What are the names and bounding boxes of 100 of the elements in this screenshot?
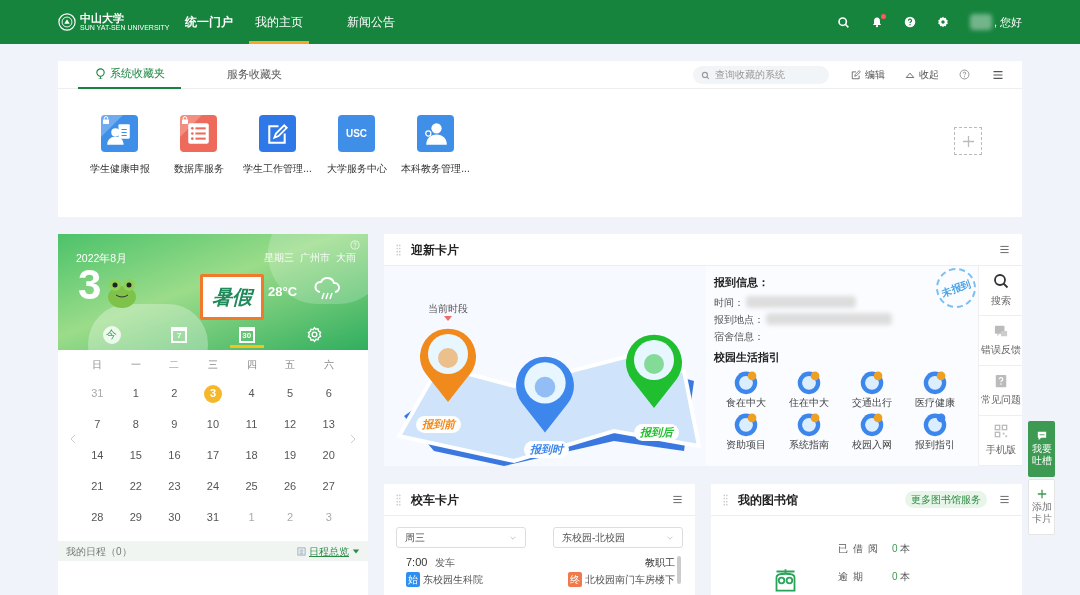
stage-label: 报到后 [634, 424, 679, 441]
side-tool-button[interactable]: 常见问题 [979, 366, 1022, 416]
next-month-icon[interactable] [350, 434, 356, 444]
side-tool-button[interactable]: 手机版 [979, 416, 1022, 466]
menu-icon[interactable] [999, 494, 1010, 505]
calendar-date[interactable]: 24 [204, 477, 222, 496]
dropdown[interactable]: 东校园-北校园 [553, 527, 683, 548]
stat-value: 0 [892, 542, 898, 556]
guide-item[interactable]: 住在中大 [777, 369, 840, 410]
calendar-date[interactable]: 8 [126, 415, 145, 434]
weekday-header: 三 [208, 357, 218, 372]
drag-handle-icon[interactable] [396, 243, 401, 256]
help-icon[interactable] [903, 16, 916, 28]
more-library-services-link[interactable]: 更多图书馆服务 [905, 491, 987, 508]
university-emblem-icon [58, 13, 76, 31]
dropdown[interactable]: 周三 [396, 527, 526, 548]
calendar-date[interactable]: 10 [204, 415, 222, 434]
calendar-date[interactable]: 6 [319, 384, 338, 403]
calendar-date[interactable]: 4 [242, 384, 261, 403]
calendar-date[interactable]: 9 [165, 415, 184, 434]
favorites-tab[interactable]: 服务收藏夹 [203, 60, 306, 89]
guide-item[interactable]: 医疗健康 [903, 369, 966, 410]
drag-handle-icon[interactable] [396, 493, 401, 506]
feedback-button[interactable]: 我要吐槽 [1028, 421, 1055, 477]
departure-time: 7:00 [406, 555, 428, 570]
list-icon [297, 546, 306, 556]
guide-icon [921, 369, 948, 395]
guide-item[interactable]: 资助项目 [714, 411, 777, 452]
guide-icon [732, 411, 759, 437]
side-tool-button[interactable]: 错误反馈 [979, 316, 1022, 366]
guide-item[interactable]: 系统指南 [777, 411, 840, 452]
calendar-date[interactable]: 25 [242, 477, 261, 496]
edit-button[interactable]: 编辑 [851, 67, 885, 82]
add-card-button[interactable]: 添加卡片 [1028, 479, 1055, 535]
side-tool-button[interactable]: 搜索 [979, 266, 1022, 316]
calendar-date[interactable]: 18 [242, 446, 261, 465]
schedule-title: 我的日程（0） [66, 544, 132, 559]
calendar-date[interactable]: 14 [88, 446, 107, 465]
chat-icon [1036, 431, 1047, 441]
calendar-date[interactable]: 2 [165, 384, 184, 403]
calendar-date[interactable]: 15 [126, 446, 145, 465]
calendar-date[interactable]: 11 [242, 415, 261, 434]
menu-icon[interactable] [672, 494, 683, 505]
search-field[interactable]: 查询收藏的系统 [693, 65, 829, 84]
scrollbar [677, 556, 681, 584]
search-icon[interactable] [836, 15, 850, 29]
section-heading: 校园生活指引 [714, 349, 780, 365]
stage-label: 报到前 [416, 416, 461, 433]
field-label: 时间： [714, 295, 744, 310]
app-shortcut[interactable]: 学生健康申报 [80, 115, 159, 176]
app-icon: USC [338, 115, 375, 152]
schedule-overview-link[interactable]: 日程总览 [297, 543, 360, 559]
app-shortcut[interactable]: 学生工作管理... [238, 115, 317, 176]
stat-value: 0 [892, 570, 898, 584]
app-shortcut[interactable]: USC 大学服务中心 [317, 115, 396, 176]
calendar-date[interactable]: 19 [281, 446, 300, 465]
calendar-date[interactable]: 20 [319, 446, 338, 465]
field-label: 报到地点： [714, 312, 764, 327]
calendar-date[interactable]: 27 [319, 477, 338, 496]
calendar-date[interactable]: 23 [165, 477, 184, 496]
calendar-date[interactable]: 29 [126, 508, 145, 527]
calendar-date[interactable]: 7 [88, 415, 107, 434]
calendar-date[interactable]: 30 [165, 508, 184, 527]
guide-item[interactable]: 报到指引 [903, 411, 966, 452]
calendar-date[interactable]: 5 [281, 384, 300, 403]
menu-icon[interactable] [992, 68, 1004, 81]
calendar-date[interactable]: 21 [88, 477, 107, 496]
add-button[interactable] [954, 127, 982, 155]
menu-icon[interactable] [999, 244, 1010, 255]
guide-icon [921, 411, 948, 437]
calendar-date[interactable]: 26 [281, 477, 300, 496]
calendar-date[interactable]: 17 [204, 446, 222, 465]
app-shortcut[interactable]: 数据库服务 [159, 115, 238, 176]
field-label: 宿舍信息： [714, 329, 764, 344]
help-icon[interactable] [959, 69, 970, 80]
app-shortcut[interactable]: 本科教务管理... [396, 115, 475, 176]
guide-item[interactable]: 校园入网 [840, 411, 903, 452]
calendar-date[interactable]: 1 [126, 384, 145, 403]
section-heading: 报到信息： [714, 275, 769, 290]
trip-status: 发车 [435, 555, 456, 570]
calendar-date[interactable]: 28 [88, 508, 107, 527]
drag-handle-icon[interactable] [723, 493, 728, 506]
card-title: 迎新卡片 [411, 241, 459, 259]
calendar-date[interactable]: 13 [319, 415, 338, 434]
guide-item[interactable]: 交通出行 [840, 369, 903, 410]
collapse-button[interactable]: 收起 [905, 67, 939, 82]
favorites-tab[interactable]: 系统收藏夹 [78, 60, 181, 89]
stat-label: 已借阅 [838, 542, 884, 556]
previous-month-icon[interactable] [70, 434, 76, 444]
nav-tab[interactable]: 我的主页 [249, 0, 310, 44]
calendar-date[interactable]: 31 [204, 508, 222, 527]
notification-bell-icon[interactable] [870, 16, 883, 28]
nav-tab[interactable]: 新闻公告 [341, 0, 402, 44]
guide-item[interactable]: 食在中大 [714, 369, 777, 410]
end-badge: 终 [568, 571, 582, 587]
calendar-date[interactable]: 12 [281, 415, 300, 434]
settings-icon[interactable] [936, 16, 949, 28]
calendar-date[interactable]: 16 [165, 446, 184, 465]
app-label: 数据库服务 [173, 162, 224, 176]
calendar-date[interactable]: 22 [126, 477, 145, 496]
